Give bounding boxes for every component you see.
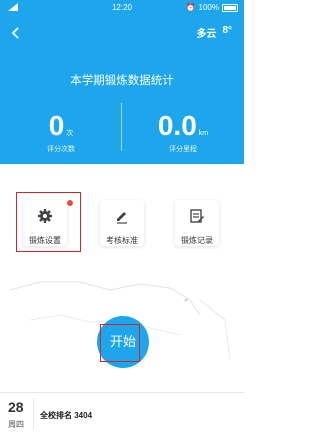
weather: 多云 8° bbox=[196, 25, 232, 40]
header: 12:20 ⏰ 100% 多云 8° 本学期锻炼数据统计 0次 评分次数 0.0… bbox=[0, 0, 244, 164]
highlight-box-settings bbox=[16, 192, 81, 252]
stat-count: 0次 评分次数 bbox=[0, 112, 122, 154]
exercise-record-label: 锻炼记录 bbox=[181, 236, 213, 245]
date-day: 28 bbox=[8, 399, 24, 415]
page-title: 本学期锻炼数据统计 bbox=[70, 75, 174, 87]
stat-distance: 0.0 km 评分里程 bbox=[122, 112, 244, 154]
assessment-standard-label: 考核标准 bbox=[106, 236, 138, 245]
rank-bar: 28 周四 全校排名 3404 bbox=[0, 392, 244, 434]
record-icon bbox=[175, 208, 219, 229]
stat-distance-value: 0.0 bbox=[157, 110, 197, 141]
weather-condition: 多云 bbox=[196, 29, 217, 40]
school-rank: 全校排名 3404 bbox=[40, 411, 93, 420]
stat-distance-unit: km bbox=[198, 130, 209, 137]
back-icon[interactable] bbox=[10, 26, 22, 40]
stat-count-value: 0 bbox=[48, 110, 65, 141]
stat-distance-label: 评分里程 bbox=[169, 146, 197, 153]
footer-divider bbox=[33, 399, 34, 429]
battery-icon bbox=[222, 3, 238, 12]
highlight-box-start bbox=[100, 324, 140, 362]
stat-count-unit: 次 bbox=[66, 130, 74, 137]
date-weekday: 周四 bbox=[8, 420, 24, 429]
status-bar: 12:20 ⏰ 100% bbox=[0, 3, 244, 15]
pencil-icon bbox=[100, 208, 144, 229]
battery-percent: 100% bbox=[198, 3, 219, 12]
weather-temp: 8° bbox=[222, 25, 232, 36]
stat-count-label: 评分次数 bbox=[47, 146, 75, 153]
alarm-icon: ⏰ bbox=[185, 3, 196, 12]
